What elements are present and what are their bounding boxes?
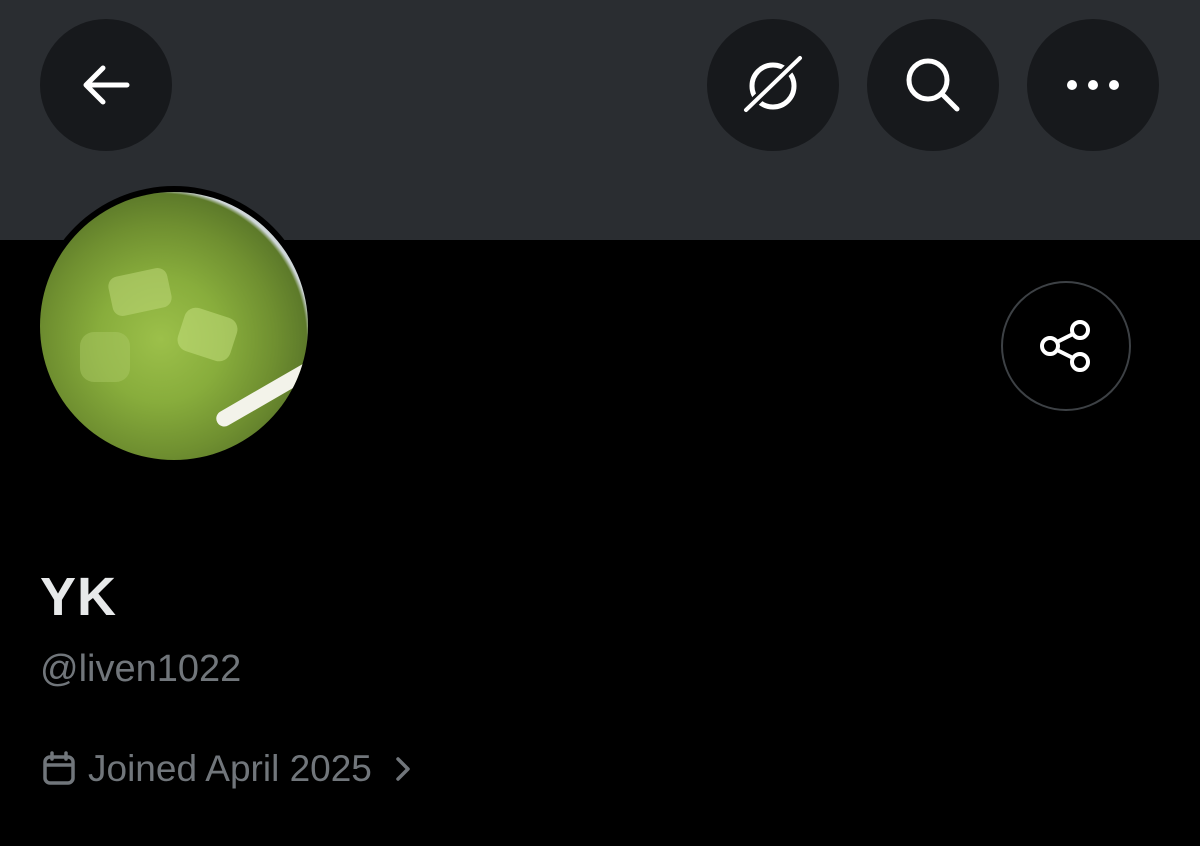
grok-button[interactable] bbox=[707, 19, 839, 151]
more-options-button[interactable] bbox=[1027, 19, 1159, 151]
calendar-icon bbox=[43, 751, 75, 785]
share-profile-button[interactable] bbox=[1001, 281, 1131, 411]
share-icon bbox=[1040, 320, 1090, 372]
display-name: YK bbox=[40, 567, 118, 627]
back-button[interactable] bbox=[40, 19, 172, 151]
more-horizontal-icon bbox=[1067, 80, 1119, 90]
user-handle: @liven1022 bbox=[40, 648, 242, 690]
search-icon bbox=[906, 58, 960, 112]
joined-date-row[interactable]: Joined April 2025 bbox=[40, 748, 412, 790]
joined-date-text: Joined April 2025 bbox=[88, 748, 372, 789]
avatar[interactable] bbox=[40, 192, 308, 460]
arrow-left-icon bbox=[83, 65, 130, 105]
grok-icon bbox=[740, 52, 806, 116]
chevron-right-icon bbox=[396, 757, 410, 781]
search-button[interactable] bbox=[867, 19, 999, 151]
avatar-frame bbox=[34, 186, 314, 466]
